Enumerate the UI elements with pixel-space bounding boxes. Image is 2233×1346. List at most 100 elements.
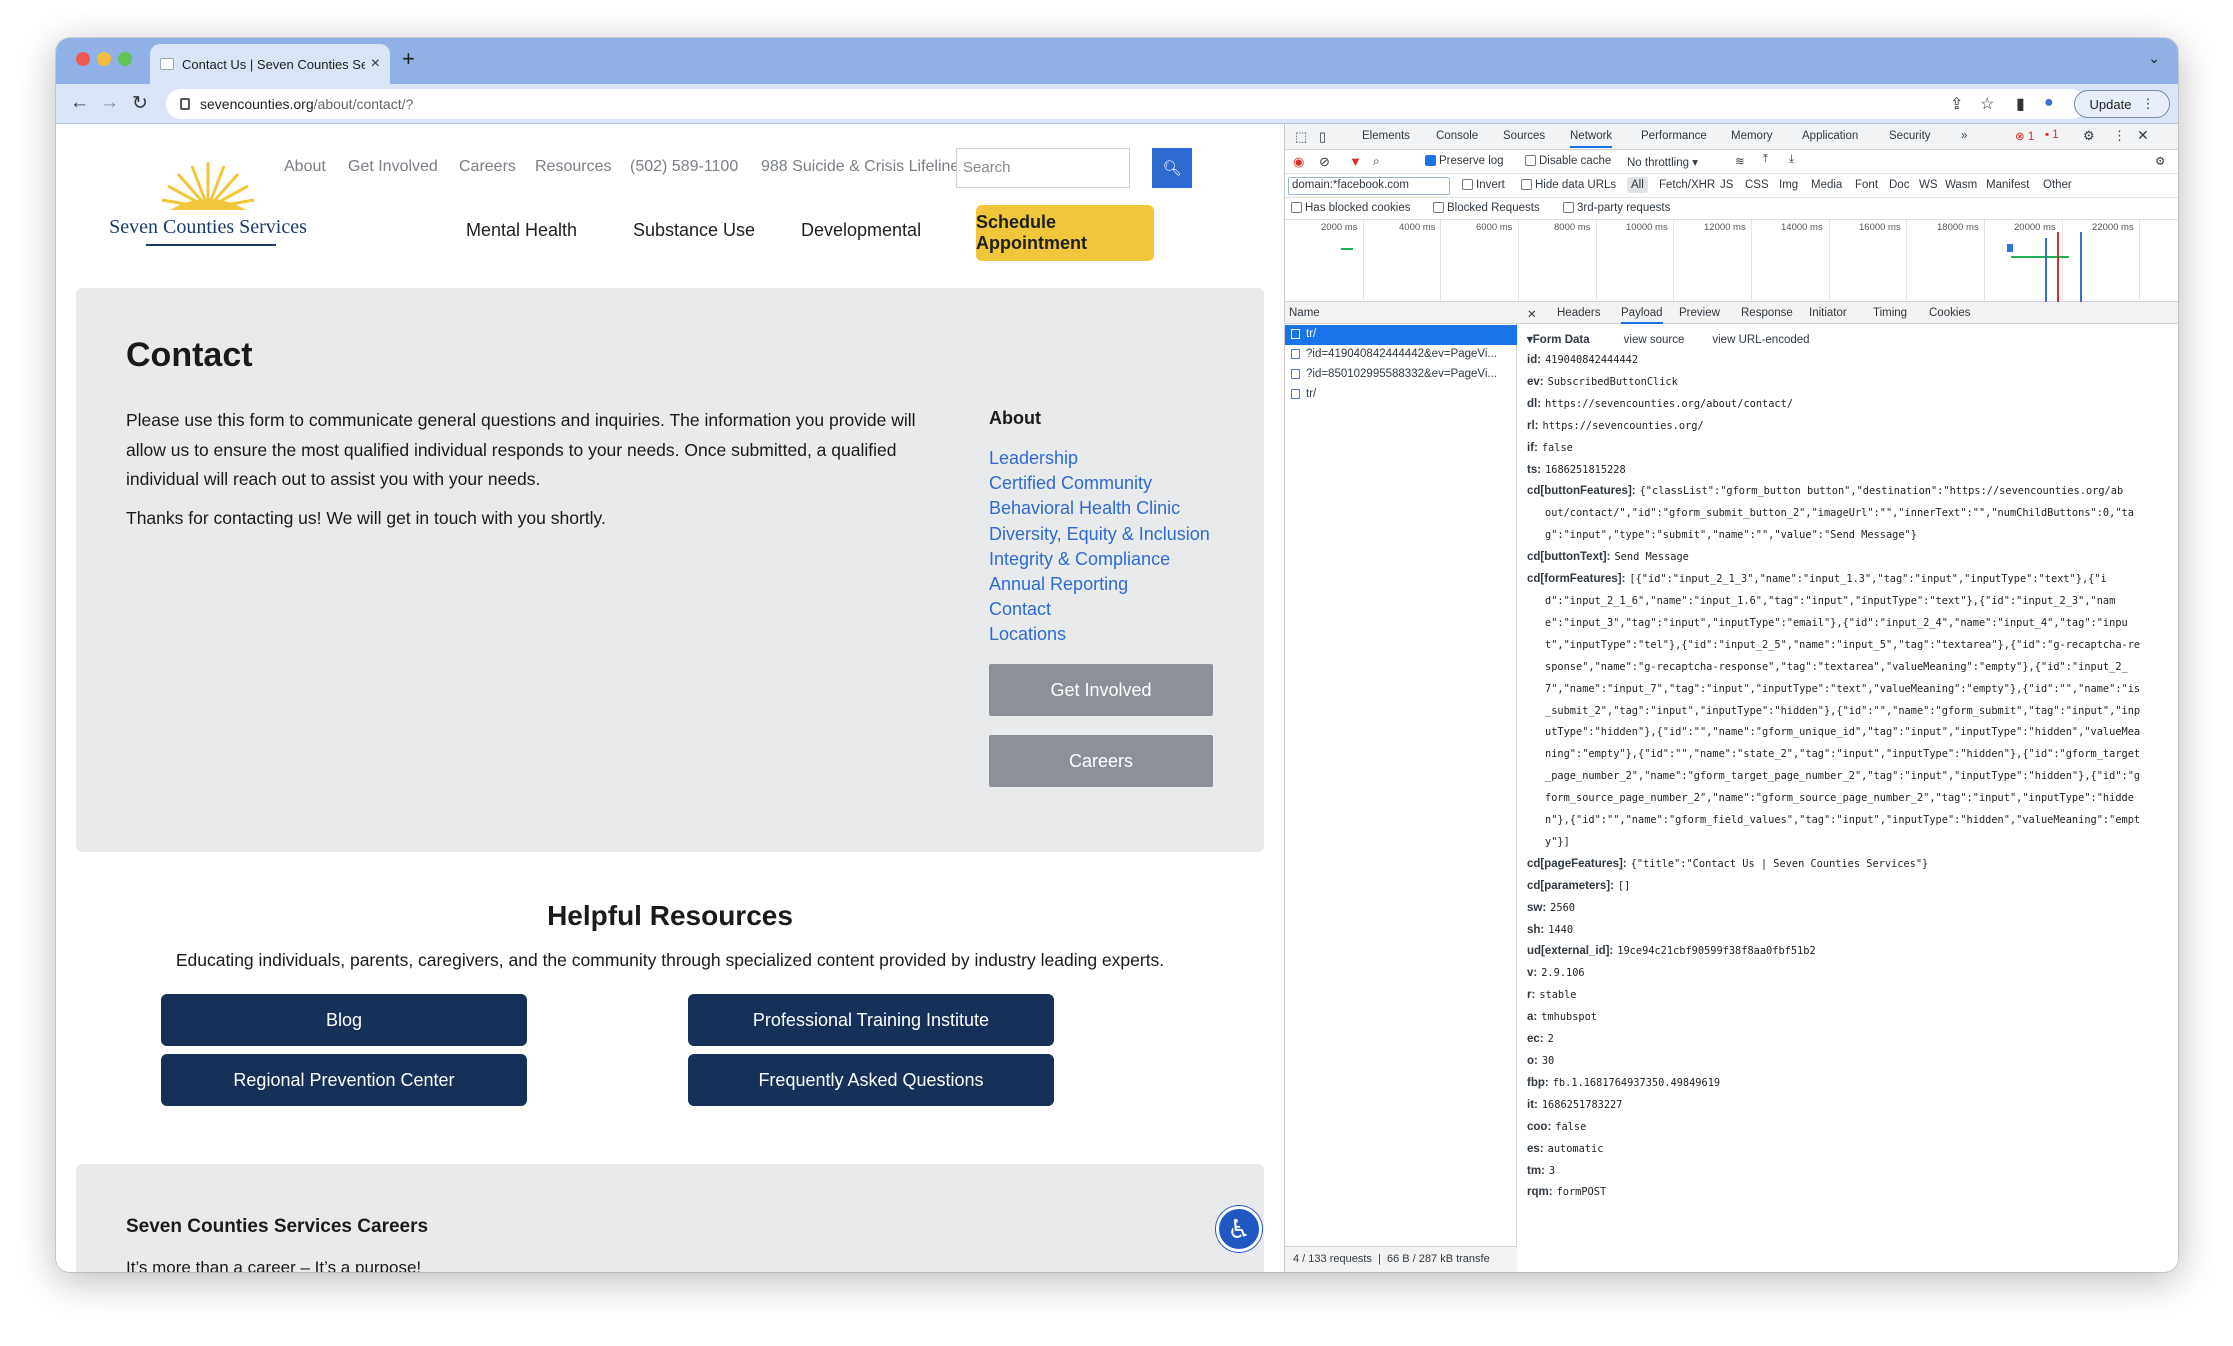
topnav-get-involved[interactable]: Get Involved [348, 158, 438, 176]
topnav-crisis-lifeline[interactable]: 988 Suicide & Crisis Lifeline [761, 158, 959, 176]
update-button[interactable]: Update ⋮ [2074, 90, 2170, 118]
filter-media[interactable]: Media [1811, 179, 1842, 191]
topnav-about[interactable]: About [284, 158, 326, 176]
topnav-resources[interactable]: Resources [535, 158, 611, 176]
side-panel-icon[interactable]: ▮ [2016, 94, 2025, 114]
tab-elements[interactable]: Elements [1362, 130, 1410, 142]
about-link-leadership[interactable]: Leadership [989, 446, 1210, 471]
bookmark-star-icon[interactable]: ☆ [1980, 94, 1994, 114]
professional-training-button[interactable]: Professional Training Institute [688, 994, 1054, 1046]
form-data-header[interactable]: ▾Form Data view source view URL-encoded [1527, 330, 2171, 350]
detail-tab-cookies[interactable]: Cookies [1929, 307, 1971, 319]
back-icon[interactable]: ← [70, 92, 89, 114]
careers-button[interactable]: Careers [989, 735, 1213, 787]
error-count-badge[interactable]: ⊗ 1 [2015, 129, 2034, 143]
filter-doc[interactable]: Doc [1889, 179, 1909, 191]
hide-data-urls-checkbox[interactable]: Hide data URLs [1521, 179, 1616, 191]
tab-application[interactable]: Application [1802, 130, 1858, 142]
nav-mental-health[interactable]: Mental Health [466, 220, 577, 241]
filter-fetch-xhr[interactable]: Fetch/XHR [1659, 179, 1715, 191]
request-row[interactable]: tr/ [1285, 325, 1517, 345]
topnav-phone[interactable]: (502) 589-1100 [630, 158, 738, 176]
settings-gear-icon[interactable]: ⚙ [2083, 128, 2095, 144]
tab-security[interactable]: Security [1889, 130, 1931, 142]
reload-icon[interactable]: ↻ [132, 92, 148, 115]
blog-button[interactable]: Blog [161, 994, 527, 1046]
disable-cache-checkbox[interactable]: Disable cache [1525, 155, 1611, 167]
site-logo[interactable]: Seven Counties Services [108, 152, 308, 252]
filter-other[interactable]: Other [2043, 179, 2072, 191]
profile-avatar-icon[interactable]: ● [2044, 94, 2054, 112]
detail-tab-response[interactable]: Response [1741, 307, 1793, 319]
filter-ws[interactable]: WS [1919, 179, 1938, 191]
filter-manifest[interactable]: Manifest [1986, 179, 2029, 191]
faq-button[interactable]: Frequently Asked Questions [688, 1054, 1054, 1106]
detail-tab-initiator[interactable]: Initiator [1809, 307, 1847, 319]
about-link-integrity[interactable]: Integrity & Compliance [989, 547, 1210, 572]
about-link-dei[interactable]: Diversity, Equity & Inclusion [989, 522, 1210, 547]
invert-checkbox[interactable]: Invert [1462, 179, 1505, 191]
clear-icon[interactable]: ⊘ [1319, 154, 1330, 170]
search-input[interactable]: Search [956, 148, 1130, 188]
search-button[interactable]: 🔍︎ [1152, 148, 1192, 188]
view-url-encoded-link[interactable]: view URL-encoded [1712, 334, 1809, 346]
record-icon[interactable]: ◉ [1293, 154, 1304, 170]
name-column-header[interactable]: Name [1285, 302, 1517, 324]
topnav-careers[interactable]: Careers [459, 158, 516, 176]
throttling-select[interactable]: No throttling ▾ [1627, 155, 1698, 169]
regional-prevention-button[interactable]: Regional Prevention Center [161, 1054, 527, 1106]
more-tabs-icon[interactable]: » [1961, 130, 1967, 142]
request-row[interactable]: ?id=850102995588332&ev=PageVi... [1285, 365, 1517, 385]
detail-tab-timing[interactable]: Timing [1873, 307, 1907, 319]
share-icon[interactable]: ⇪ [1950, 94, 1963, 114]
filter-font[interactable]: Font [1855, 179, 1878, 191]
filter-icon[interactable]: ▼ [1349, 154, 1362, 169]
accessibility-icon[interactable]: ♿︎ [1216, 1206, 1262, 1252]
about-link-annual-reporting[interactable]: Annual Reporting [989, 572, 1210, 597]
devtools-menu-icon[interactable]: ⋮ [2113, 128, 2126, 144]
detail-tab-preview[interactable]: Preview [1679, 307, 1720, 319]
detail-tab-headers[interactable]: Headers [1557, 307, 1600, 319]
request-row[interactable]: ?id=419040842444442&ev=PageVi... [1285, 345, 1517, 365]
network-conditions-icon[interactable]: ≋ [1735, 154, 1745, 168]
filter-js[interactable]: JS [1720, 179, 1733, 191]
close-detail-icon[interactable]: ✕ [1527, 307, 1537, 321]
issue-count-badge[interactable]: ▪ 1 [2045, 129, 2059, 141]
tab-performance[interactable]: Performance [1641, 130, 1707, 142]
tab-search-icon[interactable]: ⌄ [2148, 50, 2160, 67]
network-filter-input[interactable]: domain:*facebook.com [1288, 177, 1450, 195]
new-tab-icon[interactable]: + [402, 46, 415, 72]
third-party-checkbox[interactable]: 3rd-party requests [1563, 202, 1670, 214]
filter-wasm[interactable]: Wasm [1945, 179, 1977, 191]
search-network-icon[interactable]: ⌕ [1373, 154, 1380, 169]
about-link-certified-community[interactable]: Certified Community [989, 471, 1210, 496]
device-toolbar-icon[interactable]: ▯ [1319, 129, 1326, 145]
import-har-icon[interactable]: ⤒ [1763, 153, 1768, 166]
close-devtools-icon[interactable]: ✕ [2137, 127, 2149, 144]
view-source-link[interactable]: view source [1624, 334, 1685, 346]
tab-console[interactable]: Console [1436, 130, 1478, 142]
minimize-window-button[interactable] [97, 52, 111, 66]
close-tab-icon[interactable]: × [371, 55, 380, 73]
network-timeline[interactable]: 2000 ms 4000 ms 6000 ms 8000 ms 10000 ms… [1285, 220, 2178, 302]
nav-substance-use[interactable]: Substance Use [633, 220, 755, 241]
tab-sources[interactable]: Sources [1503, 130, 1545, 142]
filter-img[interactable]: Img [1779, 179, 1798, 191]
detail-tab-payload[interactable]: Payload [1621, 307, 1663, 324]
about-link-locations[interactable]: Locations [989, 622, 1210, 647]
about-link-behavioral-health[interactable]: Behavioral Health Clinic [989, 496, 1210, 521]
preserve-log-checkbox[interactable]: Preserve log [1425, 155, 1504, 167]
network-settings-icon[interactable]: ⚙ [2155, 154, 2165, 168]
filter-css[interactable]: CSS [1745, 179, 1769, 191]
blocked-cookies-checkbox[interactable]: Has blocked cookies [1291, 202, 1410, 214]
inspect-element-icon[interactable]: ⬚ [1295, 129, 1307, 145]
nav-developmental[interactable]: Developmental [801, 220, 921, 241]
forward-icon[interactable]: → [100, 92, 119, 114]
blocked-requests-checkbox[interactable]: Blocked Requests [1433, 202, 1540, 214]
tab-memory[interactable]: Memory [1731, 130, 1773, 142]
filter-all[interactable]: All [1627, 177, 1648, 193]
get-involved-button[interactable]: Get Involved [989, 664, 1213, 716]
tab-network[interactable]: Network [1570, 130, 1613, 148]
about-link-contact[interactable]: Contact [989, 597, 1210, 622]
browser-tab[interactable]: Contact Us | Seven Counties Se × [150, 44, 390, 84]
